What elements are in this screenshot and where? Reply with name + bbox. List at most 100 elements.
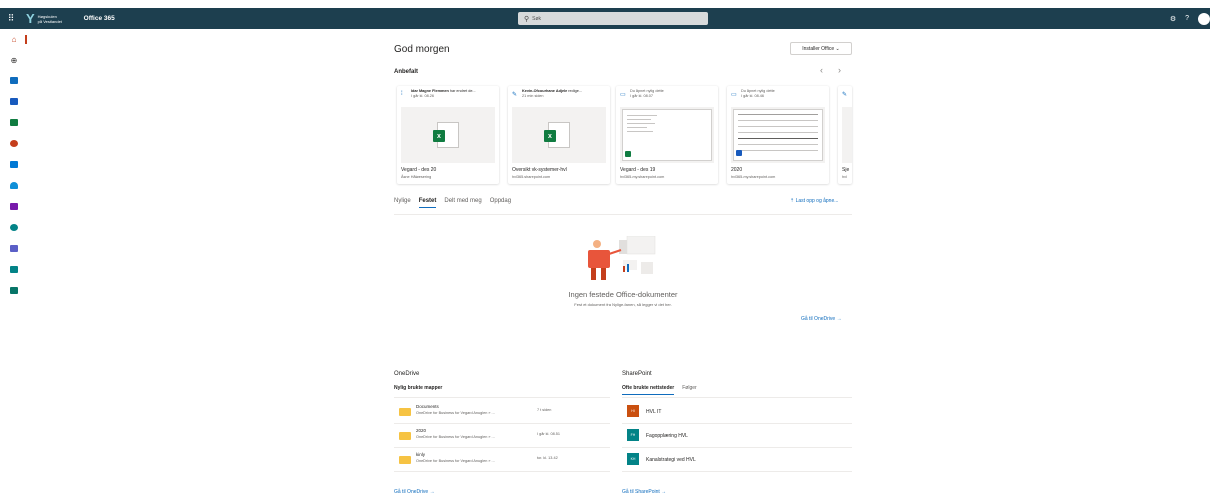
planner-icon[interactable]: [9, 287, 19, 297]
card-time: I går kl. 08.46: [741, 93, 765, 98]
teams-icon[interactable]: [9, 245, 19, 255]
excel-icon[interactable]: [9, 119, 19, 129]
card-file-name: Sje: [842, 167, 850, 173]
card-time: I går kl. 08.26: [411, 93, 435, 98]
card-thumbnail: [842, 107, 852, 163]
folder-name: 2020: [416, 428, 427, 433]
tab-festet[interactable]: Festet: [418, 198, 437, 208]
powerpoint-icon[interactable]: [9, 140, 19, 150]
go-to-onedrive-link[interactable]: Gå til OneDrive →: [801, 316, 842, 322]
empty-state-illustration: [588, 236, 656, 280]
folder-name: Documents: [416, 404, 439, 409]
recommended-card[interactable]: ▭ Du åpnet nylig dette I går kl. 08.46 2…: [727, 86, 829, 184]
folder-path: OneDrive for Business for Vegard Anuglen…: [416, 411, 495, 415]
search-icon: ⚲: [524, 15, 530, 23]
folder-icon: [399, 408, 411, 416]
page-title: God morgen: [394, 44, 450, 55]
org-logo[interactable]: Y Høgskulen på Vestlandet: [26, 11, 78, 26]
folder-row[interactable]: Documents OneDrive for Business for Vega…: [394, 400, 610, 424]
upload-icon: ⇡: [790, 198, 795, 204]
chevron-right-icon[interactable]: ›: [838, 65, 841, 75]
recommended-card[interactable]: ▭ Du åpnet nylig dette I går kl. 08.07 V…: [616, 86, 718, 184]
home-icon[interactable]: ⌂: [9, 35, 19, 45]
upload-button[interactable]: ⇡ Last opp og åpne...: [790, 198, 838, 204]
site-name: Fagopplæring HVL: [646, 433, 688, 439]
active-indicator: [25, 35, 27, 44]
folder-time: tor. kl. 13.42: [537, 456, 558, 460]
site-badge: FH: [627, 429, 639, 441]
sharepoint-icon[interactable]: [9, 224, 19, 234]
settings-icon[interactable]: ⚙: [1170, 15, 1176, 23]
excel-file-icon: [625, 151, 631, 157]
card-location: hvl: [842, 175, 847, 179]
edit-icon: ✎: [512, 92, 518, 98]
card-file-name: Oversikt vk-systemer-hvl: [512, 167, 567, 173]
edit-icon: ✎: [842, 92, 848, 98]
card-thumbnail: x: [512, 107, 606, 163]
sharepoint-tabs: Ofte brukte nettsteder Følger: [622, 385, 705, 395]
create-icon[interactable]: ⊕: [9, 56, 19, 66]
tab-following[interactable]: Følger: [682, 385, 696, 395]
app-title[interactable]: Office 365: [84, 15, 115, 22]
tab-delt-med-meg[interactable]: Delt med meg: [444, 198, 481, 208]
sway-icon[interactable]: [9, 266, 19, 276]
site-name: HVL IT: [646, 409, 662, 415]
onedrive-divider: [394, 397, 610, 398]
recommended-card[interactable]: ⁞ Idar Magne Flemmen har endret de... I …: [397, 86, 499, 184]
folder-icon: [399, 456, 411, 464]
card-location: hvl365.sharepoint.com: [512, 175, 551, 179]
hvl-logo-icon: Y: [26, 11, 35, 26]
folder-path: OneDrive for Business for Vegard Anuglen…: [416, 435, 495, 439]
card-file-name: Vegard - des 20: [401, 167, 437, 173]
empty-state-title: Ingen festede Office-dokumenter: [568, 290, 678, 299]
folder-open-icon: ▭: [620, 92, 626, 98]
onenote-icon[interactable]: [9, 161, 19, 171]
onenote-purple-icon[interactable]: [9, 203, 19, 213]
search-placeholder: Søk: [532, 15, 542, 22]
help-icon[interactable]: ?: [1185, 15, 1189, 22]
app-launcher-icon[interactable]: ⠿: [0, 8, 22, 29]
card-location: Åsne Håløesering: [401, 175, 432, 179]
folder-row[interactable]: 2020 OneDrive for Business for Vegard An…: [394, 424, 610, 448]
top-bar: ⠿ Y Høgskulen på Vestlandet Office 365 ⚲…: [0, 8, 1210, 29]
tab-oppdag[interactable]: Oppdag: [490, 198, 511, 208]
card-action: redige...: [568, 89, 583, 93]
card-person: Kevin-Ofcourhane Adjele: [522, 89, 568, 93]
upload-label: Last opp og åpne...: [795, 198, 839, 204]
org-name-line2: på Vestlandet: [37, 18, 62, 24]
folder-row[interactable]: kinly OneDrive for Business for Vegard A…: [394, 448, 610, 472]
excel-file-icon: x: [544, 130, 556, 142]
card-action: Du åpnet nylig dette: [741, 89, 775, 93]
tab-nylige[interactable]: Nylige: [394, 198, 411, 208]
go-to-onedrive-link[interactable]: Gå til OneDrive →: [394, 489, 435, 495]
search-box[interactable]: ⚲ Søk: [518, 12, 708, 25]
go-to-sharepoint-link[interactable]: Gå til SharePoint →: [622, 489, 666, 495]
file-tabs: Nylige Festet Delt med meg Oppdag: [394, 198, 519, 208]
folder-name: kinly: [416, 452, 426, 457]
empty-state-subtitle: Fest et dokument fra Nylige-fanen, så le…: [574, 302, 672, 307]
site-badge: HI: [627, 405, 639, 417]
recommended-title: Anbefalt: [394, 69, 418, 75]
site-row[interactable]: HI HVL IT: [622, 400, 852, 424]
onedrive-icon[interactable]: [9, 182, 19, 192]
folder-time: I går kl. 08.51: [537, 432, 561, 436]
card-time: I går kl. 08.07: [630, 93, 654, 98]
outlook-icon[interactable]: [9, 77, 19, 87]
card-thumbnail: [620, 107, 714, 163]
pin-icon: ⁞: [401, 91, 403, 97]
card-person: Idar Magne Flemmen: [411, 89, 449, 93]
word-file-icon: [736, 150, 742, 156]
install-office-button[interactable]: Installer Office ⌄: [790, 42, 852, 55]
site-row[interactable]: FH Fagopplæring HVL: [622, 424, 852, 448]
card-file-name: 2020: [731, 167, 743, 173]
site-badge: KH: [627, 453, 639, 465]
avatar[interactable]: [1198, 12, 1210, 25]
card-thumbnail: [731, 107, 825, 163]
tab-frequent-sites[interactable]: Ofte brukte nettsteder: [622, 385, 675, 395]
word-icon[interactable]: [9, 98, 19, 108]
site-row[interactable]: KH Kanalstrategi ved HVL: [622, 448, 852, 472]
recommended-card[interactable]: ✎ Kevin-Ofcourhane Adjele redige... 21 m…: [508, 86, 610, 184]
chevron-left-icon[interactable]: ‹: [820, 65, 823, 75]
card-thumbnail: x: [401, 107, 495, 163]
recommended-card[interactable]: ✎ Sje hvl: [838, 86, 852, 184]
